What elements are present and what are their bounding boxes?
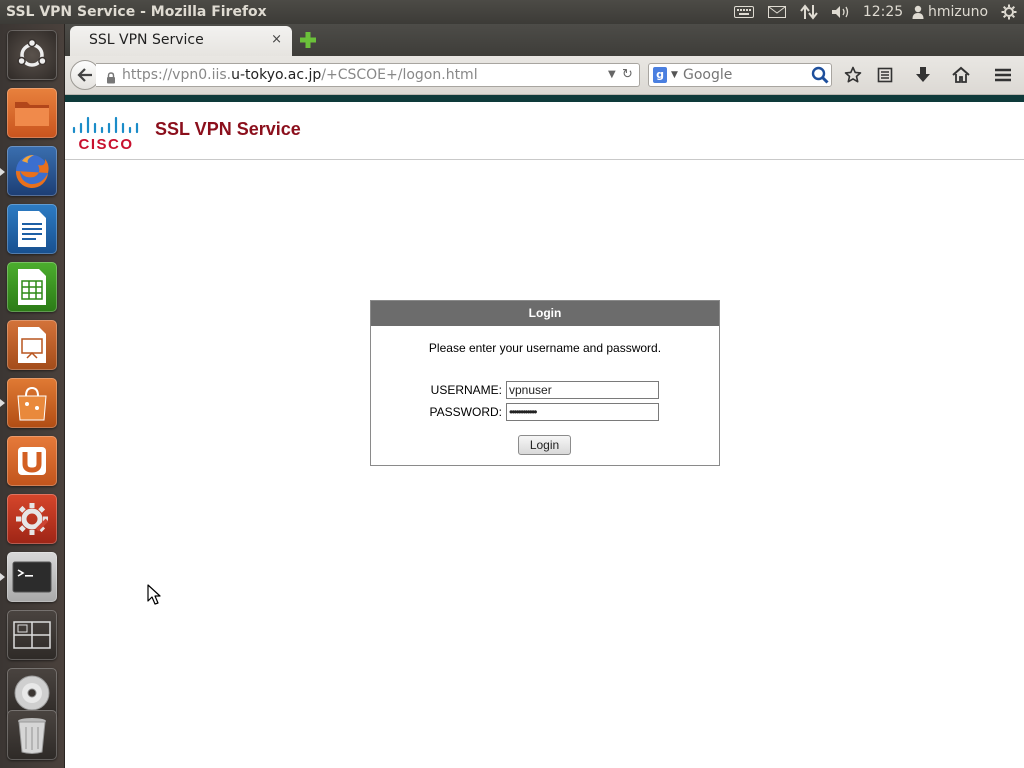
downloads-icon[interactable] <box>912 64 934 86</box>
ubuntu-logo-icon <box>17 38 47 67</box>
url-prefix: https://vpn0.iis. <box>122 67 232 83</box>
volume-icon[interactable] <box>829 0 853 24</box>
launcher-software-center[interactable] <box>7 378 57 428</box>
cisco-logo: CISCO <box>72 116 139 152</box>
url-dropdown-icon[interactable]: ▼ <box>608 64 616 86</box>
login-instruction: Please enter your username and password. <box>428 341 662 355</box>
page-content: CISCO SSL VPN Service Login Please enter… <box>65 102 1024 768</box>
launcher-terminal[interactable] <box>7 552 57 602</box>
user-name[interactable]: hmizuno <box>928 0 990 24</box>
network-icon[interactable] <box>798 0 820 24</box>
url-suffix: /+CSCOE+/logon.html <box>321 67 478 83</box>
back-arrow-icon <box>77 68 92 82</box>
folder-icon <box>15 102 49 126</box>
launcher-calc[interactable] <box>7 262 57 312</box>
workspace-icon <box>13 621 51 649</box>
launcher-dash-home[interactable] <box>7 30 57 80</box>
password-label: PASSWORD: <box>429 405 502 419</box>
header-divider <box>65 159 1024 160</box>
launcher-trash[interactable] <box>7 710 57 760</box>
gear-icon[interactable] <box>998 0 1020 24</box>
trash-icon <box>18 718 46 754</box>
tab-close-icon[interactable]: × <box>271 26 282 54</box>
username-row: USERNAME: <box>371 381 719 401</box>
clock[interactable]: 12:25 <box>863 0 903 24</box>
menu-icon[interactable] <box>992 64 1014 86</box>
svg-text:CISCO: CISCO <box>78 136 133 152</box>
launcher-files[interactable] <box>7 88 57 138</box>
launcher-system-settings[interactable] <box>7 494 57 544</box>
password-row: PASSWORD: <box>371 403 719 423</box>
new-tab-icon[interactable] <box>298 30 318 50</box>
service-title: SSL VPN Service <box>155 119 301 139</box>
login-panel: Login Please enter your username and pas… <box>370 300 720 466</box>
bookmarks-menu-icon[interactable] <box>874 64 896 86</box>
disc-icon <box>14 675 50 711</box>
tab-ssl-vpn[interactable]: SSL VPN Service × <box>70 26 292 56</box>
url-domain: u-tokyo.ac.jp <box>231 67 322 83</box>
launcher-firefox[interactable] <box>7 146 57 196</box>
launcher-workspace-switcher[interactable] <box>7 610 57 660</box>
launcher <box>0 24 65 768</box>
launcher-impress[interactable] <box>7 320 57 370</box>
url-bar[interactable]: https://vpn0.iis.u-tokyo.ac.jp/+CSCOE+/l… <box>96 63 640 87</box>
search-input[interactable] <box>683 65 803 85</box>
lock-icon <box>106 69 116 91</box>
keyboard-icon[interactable] <box>733 0 755 24</box>
url-text: https://vpn0.iis.u-tokyo.ac.jp/+CSCOE+/l… <box>122 64 478 86</box>
engine-dropdown-icon[interactable]: ▼ <box>671 64 678 86</box>
password-input[interactable] <box>506 403 659 421</box>
google-engine-icon[interactable]: g <box>653 67 667 83</box>
tab-title: SSL VPN Service <box>89 32 204 48</box>
reload-icon[interactable]: ↻ <box>622 64 633 86</box>
mail-icon[interactable] <box>766 0 788 24</box>
page-accent-bar <box>65 95 1024 102</box>
username-input[interactable] <box>506 381 659 399</box>
ubuntu-one-icon <box>18 447 46 475</box>
top-panel: SSL VPN Service - Mozilla Firefox 12:25 … <box>0 0 1024 24</box>
user-icon <box>911 0 925 24</box>
search-box[interactable]: g ▼ <box>648 63 832 87</box>
shopping-bag-icon <box>17 386 47 421</box>
terminal-icon <box>12 561 52 593</box>
impress-icon <box>18 327 46 363</box>
search-icon[interactable] <box>811 66 829 91</box>
login-button[interactable]: Login <box>518 435 571 455</box>
settings-icon <box>16 503 49 535</box>
login-header: Login <box>371 301 719 326</box>
bookmark-star-icon[interactable] <box>842 64 864 86</box>
home-icon[interactable] <box>950 64 972 86</box>
username-label: USERNAME: <box>430 383 502 397</box>
launcher-writer[interactable] <box>7 204 57 254</box>
firefox-icon <box>15 155 49 189</box>
mouse-pointer-icon <box>147 584 161 605</box>
launcher-ubuntu-one[interactable] <box>7 436 57 486</box>
calc-icon <box>18 269 46 305</box>
window-title: SSL VPN Service - Mozilla Firefox <box>6 4 267 20</box>
writer-icon <box>18 211 46 247</box>
